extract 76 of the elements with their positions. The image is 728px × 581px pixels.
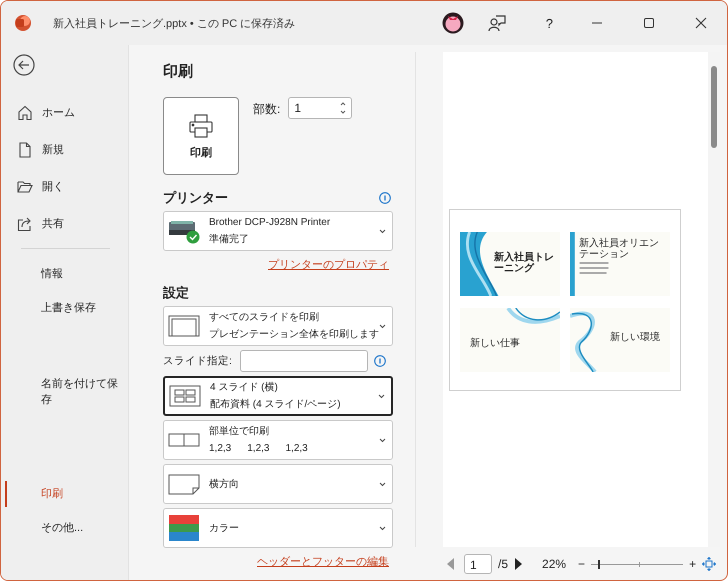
app-icon <box>15 15 31 31</box>
document-icon <box>17 142 33 158</box>
slide-range-label: スライド指定: <box>163 354 232 368</box>
copies-label: 部数: <box>253 101 280 118</box>
printer-status-icon <box>167 218 201 244</box>
slide-title: 新入社員オリエンテーション <box>579 238 660 260</box>
maximize-icon[interactable] <box>643 17 655 29</box>
nav-item[interactable]: その他... <box>1 511 128 545</box>
printer-dropdown[interactable]: Brother DCP-J928N Printer 準備完了 <box>163 211 393 251</box>
option-description: プレゼンテーション全体を印刷します <box>209 328 379 341</box>
slide-range-field[interactable] <box>240 350 368 372</box>
printer-icon <box>188 112 214 138</box>
chevron-icon <box>379 228 386 234</box>
feedback-icon[interactable] <box>488 14 506 32</box>
help-button[interactable]: ? <box>546 16 553 30</box>
nav-item[interactable]: 情報 <box>1 257 128 291</box>
fit-page-icon[interactable] <box>702 556 716 570</box>
color-icon <box>167 515 201 541</box>
settings-dropdown[interactable]: 4 スライド (横) 配布資料 (4 スライド/ページ) <box>163 376 393 416</box>
page-heading: 印刷 <box>163 62 194 82</box>
zoom-slider-thumb[interactable] <box>598 560 600 568</box>
option-title: 4 スライド (横) <box>210 381 279 394</box>
nav-item[interactable]: 名前を付けて保存 <box>1 367 128 417</box>
header-footer-link[interactable]: ヘッダーとフッターの編集 <box>257 554 389 569</box>
slide-title: 新しい環境 <box>610 332 660 342</box>
nav-item[interactable]: 上書き保存 <box>1 291 128 325</box>
chevron-icon <box>379 324 386 328</box>
option-title: すべてのスライドを印刷 <box>209 311 320 324</box>
zoom-level: 22% <box>542 556 566 570</box>
zoom-in-button[interactable]: + <box>689 556 696 570</box>
print-button[interactable]: 印刷 <box>163 97 239 175</box>
settings-dropdown[interactable]: 横方向 <box>163 464 393 504</box>
printer-properties-link[interactable]: プリンターのプロパティ <box>268 257 389 272</box>
chevron-icon <box>379 526 386 530</box>
avatar-icon[interactable] <box>442 12 464 34</box>
window-title: 新入社員トレーニング.pptx • この PC に保存済み <box>53 16 296 30</box>
nav-item[interactable]: ホーム <box>1 94 128 131</box>
section-heading: 設定 <box>163 284 190 302</box>
zoom-out-button[interactable]: − <box>578 556 586 570</box>
nav-item[interactable]: 印刷 <box>1 477 128 511</box>
settings-dropdown[interactable]: 部単位で印刷 1,2,3 1,2,3 1,2,3 <box>163 420 393 460</box>
copies-field[interactable]: 1 <box>288 97 352 119</box>
home-icon <box>17 104 33 120</box>
option-title: 部単位で印刷 <box>209 425 270 438</box>
four-slides-icon <box>168 383 202 409</box>
page-order: 1,2,3 <box>247 442 270 455</box>
slide-title: 新しい仕事 <box>470 338 520 348</box>
nav-item[interactable]: 共有 <box>1 205 128 242</box>
page-order: 1,2,3 <box>209 442 232 455</box>
option-title: 横方向 <box>209 478 240 490</box>
chevron-icon <box>379 482 386 486</box>
printer-name: Brother DCP-J928N Printer <box>209 216 332 229</box>
share-icon <box>17 216 33 232</box>
next-page-icon[interactable] <box>514 558 522 570</box>
chevron-icon <box>379 438 386 442</box>
page-total: /5 <box>498 556 508 570</box>
option-title: カラー <box>209 522 240 534</box>
chevron-icon <box>378 394 385 398</box>
page-number-field[interactable]: 1 <box>464 554 492 574</box>
slides-icon <box>167 313 201 339</box>
printer-status: 準備完了 <box>209 233 250 246</box>
info-icon[interactable] <box>379 192 391 204</box>
settings-dropdown[interactable]: カラー <box>163 508 393 548</box>
nav-item[interactable]: 開く <box>1 168 128 205</box>
option-description: 配布資料 (4 スライド/ページ) <box>210 398 342 411</box>
info-icon[interactable] <box>374 355 386 367</box>
previous-page-icon[interactable] <box>447 558 455 570</box>
back-icon[interactable] <box>13 54 35 76</box>
slide-title: 新入社員トレーニング <box>494 252 555 274</box>
close-icon[interactable] <box>695 17 707 29</box>
nav-item[interactable]: 新規 <box>1 131 128 168</box>
spinner-icon[interactable] <box>339 100 348 116</box>
section-heading: プリンター <box>163 189 228 207</box>
page-order: 1,2,3 <box>286 442 308 455</box>
folder-icon <box>17 178 33 194</box>
settings-dropdown[interactable]: すべてのスライドを印刷 プレゼンテーション全体を印刷します <box>163 306 393 346</box>
